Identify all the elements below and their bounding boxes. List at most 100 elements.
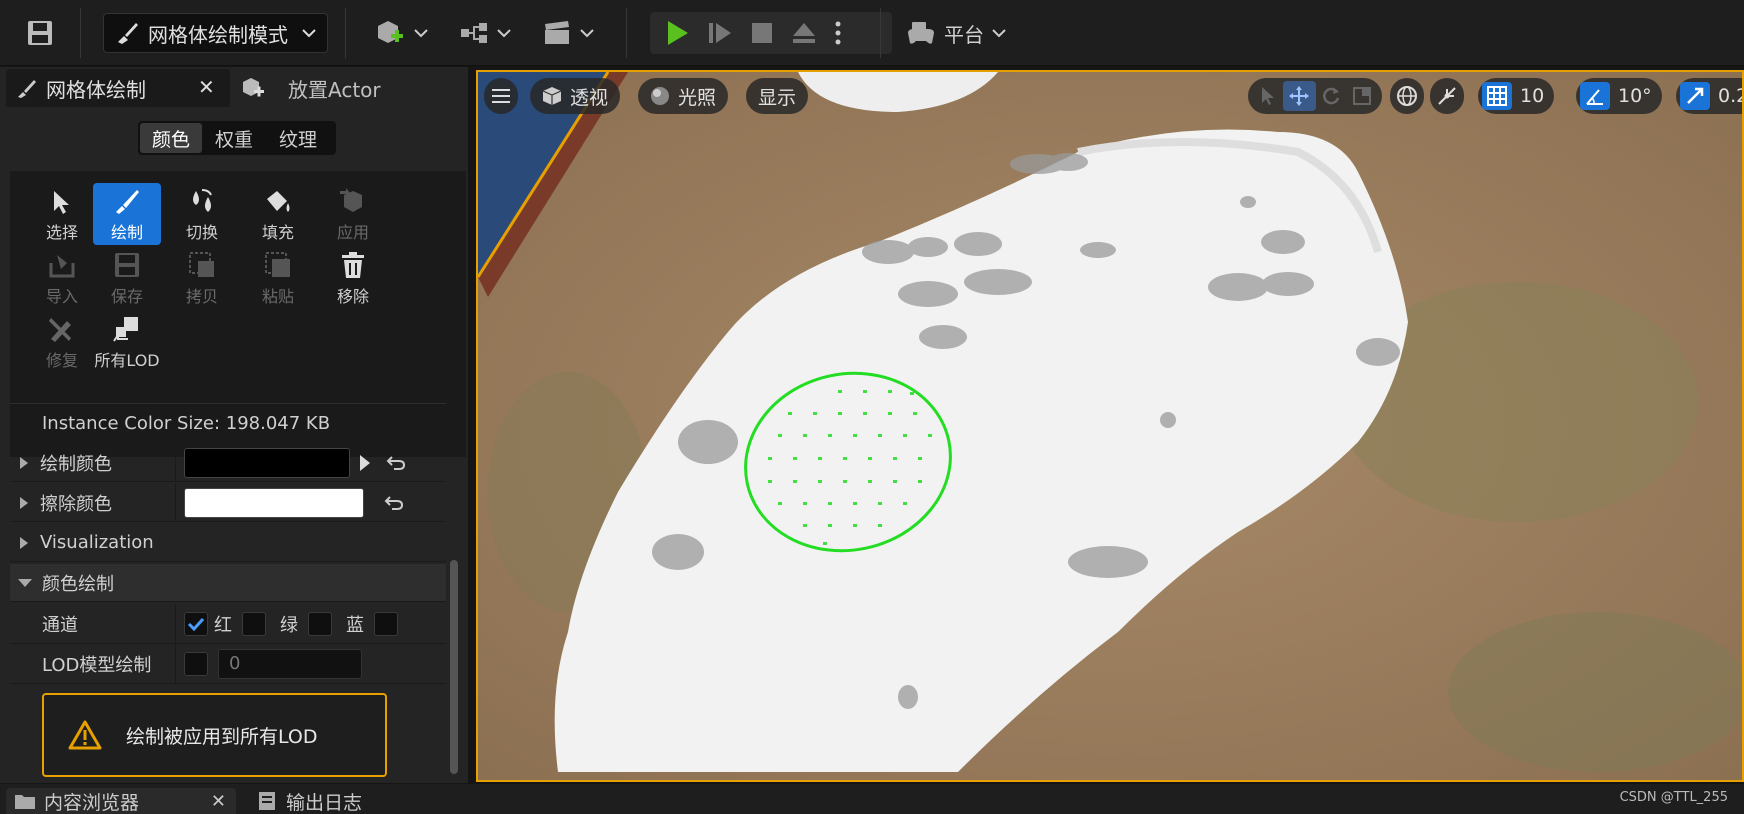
stop-button[interactable] [744, 14, 780, 52]
paint-color-label: 绘制颜色 [40, 453, 112, 475]
trash-icon [342, 252, 364, 278]
reset-arrow-icon[interactable] [384, 494, 404, 512]
swap-arrow-icon[interactable] [358, 454, 372, 472]
tab-mesh-paint[interactable]: 网格体绘制 ✕ [6, 69, 230, 107]
surface-snap-button[interactable] [1430, 78, 1464, 114]
cursor-icon [54, 191, 69, 214]
swap-tool-button[interactable]: 切换 [168, 183, 236, 245]
scale-snap-control[interactable]: 0.25 [1676, 78, 1742, 114]
play-icon [668, 21, 688, 45]
add-cube-icon [243, 78, 264, 97]
erase-color-label: 擦除颜色 [40, 493, 112, 515]
paste-tool-button[interactable]: 粘贴 [244, 247, 312, 309]
save-icon[interactable] [20, 14, 60, 52]
fill-tool-button[interactable]: 填充 [244, 183, 312, 245]
more-options-button[interactable] [826, 14, 850, 52]
world-space-button[interactable] [1390, 78, 1424, 114]
advance-frame-button[interactable] [702, 14, 738, 52]
play-button[interactable] [660, 14, 696, 52]
cube-icon [542, 87, 562, 105]
warning-icon [68, 720, 102, 750]
erase-color-row: 擦除颜色 [10, 484, 446, 522]
expand-arrow-icon[interactable] [20, 496, 28, 509]
show-button[interactable]: 显示 [746, 78, 809, 114]
tool-label: 切换 [185, 223, 218, 242]
expand-arrow-icon [20, 536, 28, 549]
erase-color-swatch[interactable] [184, 487, 364, 518]
panel-scrollbar[interactable] [450, 560, 458, 774]
color-painting-header[interactable]: 颜色绘制 [10, 564, 446, 602]
mode-color-button[interactable]: 颜色 [140, 123, 202, 153]
lod-copy-icon [113, 317, 138, 342]
tool-label: 移除 [336, 287, 369, 306]
close-icon[interactable]: ✕ [211, 791, 226, 812]
scale-snap-toggle[interactable] [1680, 82, 1710, 110]
expand-arrow-icon[interactable] [20, 456, 28, 469]
collapse-arrow-icon [18, 578, 32, 587]
swap-drops-icon [193, 189, 212, 212]
remove-tool-button[interactable]: 移除 [319, 247, 387, 309]
lod-paint-checkbox[interactable] [184, 651, 208, 676]
grid-snap-toggle[interactable] [1482, 82, 1512, 110]
apply-tool-button[interactable]: 应用 [319, 183, 387, 245]
hamburger-menu-icon [492, 89, 510, 103]
copy-icon [189, 252, 214, 277]
play-controls [650, 12, 892, 54]
alpha-channel-checkbox[interactable] [374, 611, 398, 636]
save-tool-button[interactable]: 保存 [93, 247, 161, 309]
perspective-button[interactable]: 透视 [530, 78, 621, 114]
import-tool-button[interactable]: 导入 [28, 247, 96, 309]
paint-tool-button[interactable]: 绘制 [93, 183, 161, 245]
chevron-down-icon [580, 29, 594, 38]
tab-content-browser[interactable]: 内容浏览器 ✕ [6, 788, 236, 814]
angle-icon [1586, 89, 1603, 105]
move-arrows-icon [1289, 86, 1310, 106]
translate-mode-button[interactable] [1283, 81, 1316, 111]
blue-channel-checkbox[interactable] [308, 611, 332, 636]
rotation-snap-toggle[interactable] [1580, 82, 1610, 110]
tool-label: 选择 [45, 223, 78, 242]
instance-color-size-text: Instance Color Size: 198.047 KB [42, 413, 331, 434]
lod-label: LOD模型绘制 [42, 654, 152, 676]
blue-channel-label: 蓝 [346, 614, 364, 636]
fix-tool-button[interactable]: 修复 [28, 311, 96, 373]
import-icon [49, 255, 75, 278]
reset-arrow-icon[interactable] [386, 454, 406, 472]
tab-label: 输出日志 [286, 791, 363, 814]
sphere-icon [651, 87, 669, 105]
viewport-menu-button[interactable] [484, 78, 518, 114]
visualization-row[interactable]: Visualization [10, 524, 446, 562]
step-forward-icon [709, 23, 731, 43]
watermark: CSDN @TTL_255 [1619, 790, 1728, 805]
level-viewport[interactable]: 透视 光照 显示 10 10° 0. [476, 70, 1744, 782]
red-channel-checkbox[interactable] [184, 611, 208, 636]
mode-weight-button[interactable]: 权重 [202, 123, 266, 153]
select-mode-button[interactable] [1252, 81, 1283, 111]
close-icon[interactable]: ✕ [198, 75, 215, 99]
add-actor-button[interactable] [370, 14, 432, 52]
rotate-mode-button[interactable] [1316, 81, 1347, 111]
eject-button[interactable] [786, 14, 822, 52]
lod-index-input[interactable]: 0 [218, 648, 362, 679]
mode-texture-button[interactable]: 纹理 [266, 123, 330, 153]
lighting-button[interactable]: 光照 [638, 78, 729, 114]
paint-color-swatch[interactable] [184, 447, 350, 478]
cinematics-button[interactable] [540, 14, 596, 52]
grid-snap-control[interactable]: 10 [1478, 78, 1555, 114]
copy-tool-button[interactable]: 拷贝 [168, 247, 236, 309]
blueprint-button[interactable] [458, 14, 512, 52]
tab-label: 网格体绘制 [46, 77, 146, 102]
select-tool-button[interactable]: 选择 [28, 183, 96, 245]
scale-mode-button[interactable] [1347, 81, 1378, 111]
platform-dropdown[interactable]: 平台 [906, 12, 1006, 54]
channels-row: 通道 红 绿 蓝 [10, 604, 446, 644]
rotation-snap-control[interactable]: 10° [1576, 78, 1662, 114]
red-channel-label: 红 [214, 614, 232, 636]
tab-output-log[interactable]: 输出日志 [258, 788, 362, 814]
channels-label: 通道 [42, 614, 78, 636]
all-lods-tool-button[interactable]: 所有LOD [93, 311, 161, 373]
green-channel-checkbox[interactable] [242, 611, 266, 636]
mode-dropdown[interactable]: 网格体绘制模式 [103, 13, 328, 53]
tab-label: 放置Actor [288, 77, 381, 102]
tab-place-actor[interactable]: 放置Actor [240, 69, 460, 107]
